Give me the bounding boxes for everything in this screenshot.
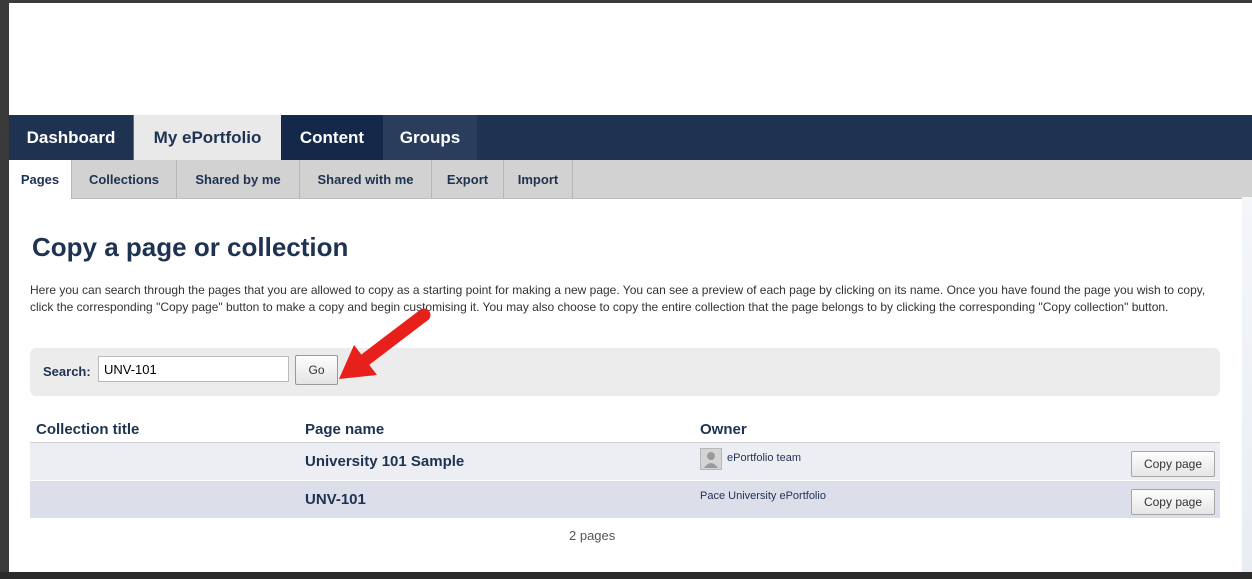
tab-dashboard[interactable]: Dashboard	[9, 115, 134, 160]
avatar-icon	[700, 448, 722, 470]
page: Dashboard My ePortfolio Content Groups P…	[9, 3, 1252, 572]
window-frame-bottom	[0, 572, 1252, 579]
main-nav: Dashboard My ePortfolio Content Groups	[9, 115, 1252, 160]
owner-link[interactable]: Pace University ePortfolio	[700, 490, 826, 502]
subnav-shared-by-me[interactable]: Shared by me	[177, 160, 300, 198]
subnav-collections[interactable]: Collections	[72, 160, 177, 198]
subnav-shared-with-me[interactable]: Shared with me	[300, 160, 432, 198]
tab-content[interactable]: Content	[281, 115, 383, 160]
tab-groups[interactable]: Groups	[383, 115, 477, 160]
subnav-import[interactable]: Import	[504, 160, 573, 198]
copy-page-button[interactable]: Copy page	[1131, 489, 1215, 515]
window-frame-left	[0, 0, 9, 579]
table-row: UNV-101 Pace University ePortfolio Copy …	[30, 481, 1220, 518]
search-label: Search:	[43, 364, 91, 379]
copy-page-button[interactable]: Copy page	[1131, 451, 1215, 477]
search-input[interactable]	[98, 356, 289, 382]
results-count: 2 pages	[569, 528, 616, 543]
go-button[interactable]: Go	[295, 355, 338, 385]
header-owner: Owner	[700, 421, 747, 438]
page-title: Copy a page or collection	[32, 232, 349, 262]
search-bar: Search: Go	[30, 348, 1220, 396]
header-collection-title: Collection title	[36, 421, 140, 438]
header-page-name: Page name	[305, 421, 385, 438]
subnav-pages[interactable]: Pages	[9, 160, 72, 199]
tab-my-eportfolio[interactable]: My ePortfolio	[134, 115, 281, 160]
owner-link[interactable]: ePortfolio team	[727, 452, 801, 464]
table-row: University 101 Sample ePortfolio team Co…	[30, 443, 1220, 480]
sub-nav: Pages Collections Shared by me Shared wi…	[9, 160, 1252, 199]
page-name-link[interactable]: UNV-101	[305, 491, 366, 508]
page-name-link[interactable]: University 101 Sample	[305, 453, 464, 470]
subnav-export[interactable]: Export	[432, 160, 504, 198]
page-description: Here you can search through the pages th…	[30, 283, 1206, 314]
page-side-gradient	[1242, 197, 1252, 572]
